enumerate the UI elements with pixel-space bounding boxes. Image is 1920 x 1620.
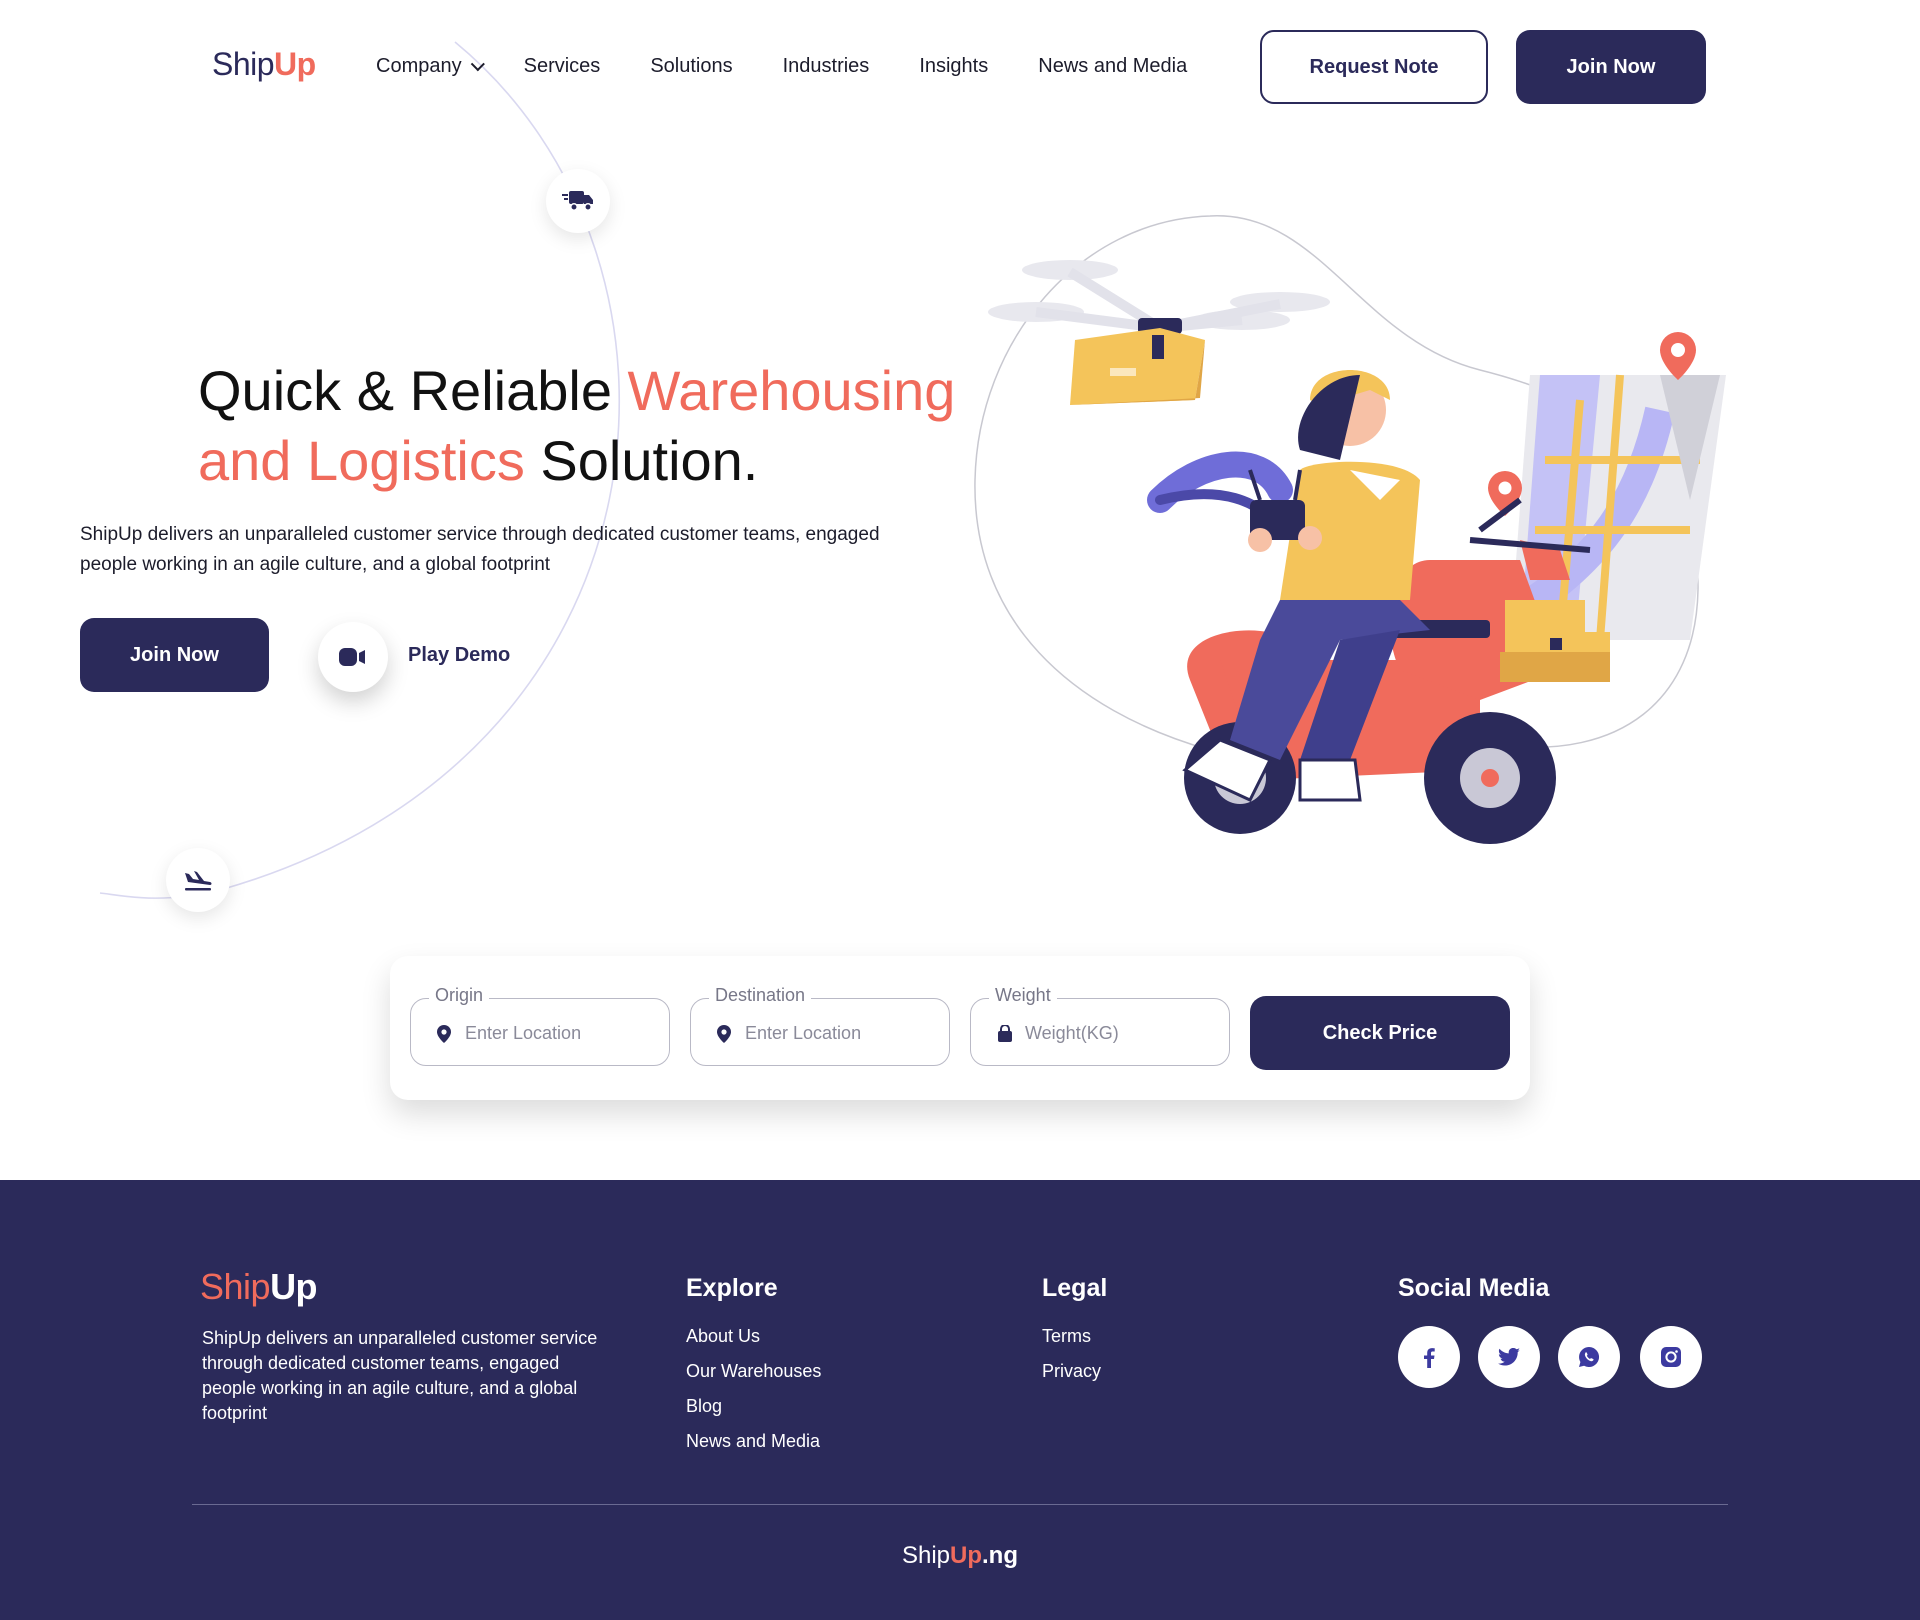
footer-link-our-warehouses[interactable]: Our Warehouses (686, 1361, 821, 1382)
main-nav: Company Services Solutions Industries In… (376, 55, 1187, 78)
footer-link-privacy[interactable]: Privacy (1042, 1361, 1101, 1382)
hero-join-now-button[interactable]: Join Now (80, 618, 269, 692)
hero-description: ShipUp delivers an unparalleled customer… (80, 524, 880, 575)
play-demo-label[interactable]: Play Demo (408, 644, 510, 667)
whatsapp-button[interactable] (1558, 1326, 1620, 1388)
nav-item-company[interactable]: Company (376, 55, 485, 78)
footer: ShipUp ShipUp delivers an unparalleled c… (0, 1180, 1920, 1620)
delivery-truck-float (546, 169, 610, 233)
map-pin-top (1660, 332, 1696, 380)
hero-title-accent1: Warehousing (627, 359, 956, 422)
logo-up-text: Up (274, 46, 316, 82)
weight-field[interactable]: Weight (970, 985, 1230, 1066)
footer-link-news-and-media[interactable]: News and Media (686, 1431, 820, 1452)
location-pin-icon (437, 1025, 451, 1043)
request-note-button[interactable]: Request Note (1260, 30, 1488, 104)
footer-domain[interactable]: ShipUp.ng (0, 1542, 1920, 1570)
footer-description: ShipUp delivers an unparalleled customer… (202, 1328, 598, 1423)
destination-legend: Destination (709, 985, 812, 1006)
destination-field[interactable]: Destination (690, 985, 950, 1066)
hero-title-accent2: and Logistics (198, 429, 525, 492)
delivery-truck-icon (562, 191, 593, 211)
logo-ship-text: Ship (212, 46, 275, 82)
location-pin-icon (717, 1025, 731, 1043)
instagram-button[interactable] (1640, 1326, 1702, 1388)
footer-domain-ship: Ship (901, 1542, 951, 1569)
footer-link-terms[interactable]: Terms (1042, 1326, 1091, 1347)
price-check-card: Origin Destination Weight Check Price (390, 956, 1530, 1100)
footer-domain-up: Up (950, 1542, 983, 1569)
airplane-float (166, 848, 230, 912)
origin-input[interactable] (465, 1017, 655, 1049)
hero-title-part1: Quick & Reliable (198, 359, 628, 422)
chevron-down-icon (470, 56, 485, 71)
footer-domain-ng: .ng (982, 1542, 1019, 1569)
nav-item-solutions[interactable]: Solutions (650, 55, 732, 78)
nav-item-industries[interactable]: Industries (783, 55, 870, 78)
hero-title-part2: Solution. (524, 429, 759, 492)
destination-input[interactable] (745, 1017, 935, 1049)
weight-input[interactable] (1025, 1017, 1215, 1049)
explore-heading: Explore (686, 1274, 778, 1302)
whatsapp-icon (1579, 1347, 1600, 1367)
twitter-button[interactable] (1478, 1326, 1540, 1388)
footer-link-blog[interactable]: Blog (686, 1396, 722, 1417)
nav-item-insights[interactable]: Insights (919, 55, 988, 78)
footer-divider (192, 1504, 1728, 1505)
footer-logo-up-text: Up (270, 1266, 318, 1307)
origin-legend: Origin (429, 985, 490, 1006)
video-camera-icon (339, 648, 365, 666)
facebook-icon (1424, 1348, 1435, 1368)
nav-item-services[interactable]: Services (524, 55, 601, 78)
play-demo-button[interactable] (318, 622, 388, 692)
footer-link-about-us[interactable]: About Us (686, 1326, 760, 1347)
hero-illustration (974, 215, 1726, 844)
brand-logo[interactable]: ShipUp (212, 46, 316, 83)
drone-graphic (988, 260, 1330, 405)
airplane-landing-icon (185, 871, 212, 891)
nav-item-news-and-media[interactable]: News and Media (1038, 55, 1187, 78)
facebook-button[interactable] (1398, 1326, 1460, 1388)
weight-legend: Weight (989, 985, 1057, 1006)
shopping-bag-icon (998, 1025, 1012, 1042)
social-media-heading: Social Media (1398, 1274, 1550, 1302)
origin-field[interactable]: Origin (410, 985, 670, 1066)
legal-heading: Legal (1042, 1274, 1108, 1302)
nav-item-company-label: Company (376, 55, 462, 77)
header-join-now-button[interactable]: Join Now (1516, 30, 1706, 104)
check-price-button[interactable]: Check Price (1250, 996, 1510, 1070)
twitter-icon (1498, 1348, 1520, 1366)
instagram-icon (1661, 1347, 1681, 1367)
hero-title: Quick & Reliable Warehousing and Logisti… (198, 356, 988, 496)
footer-logo[interactable]: ShipUp (200, 1266, 318, 1308)
footer-logo-ship-text: Ship (200, 1266, 271, 1307)
